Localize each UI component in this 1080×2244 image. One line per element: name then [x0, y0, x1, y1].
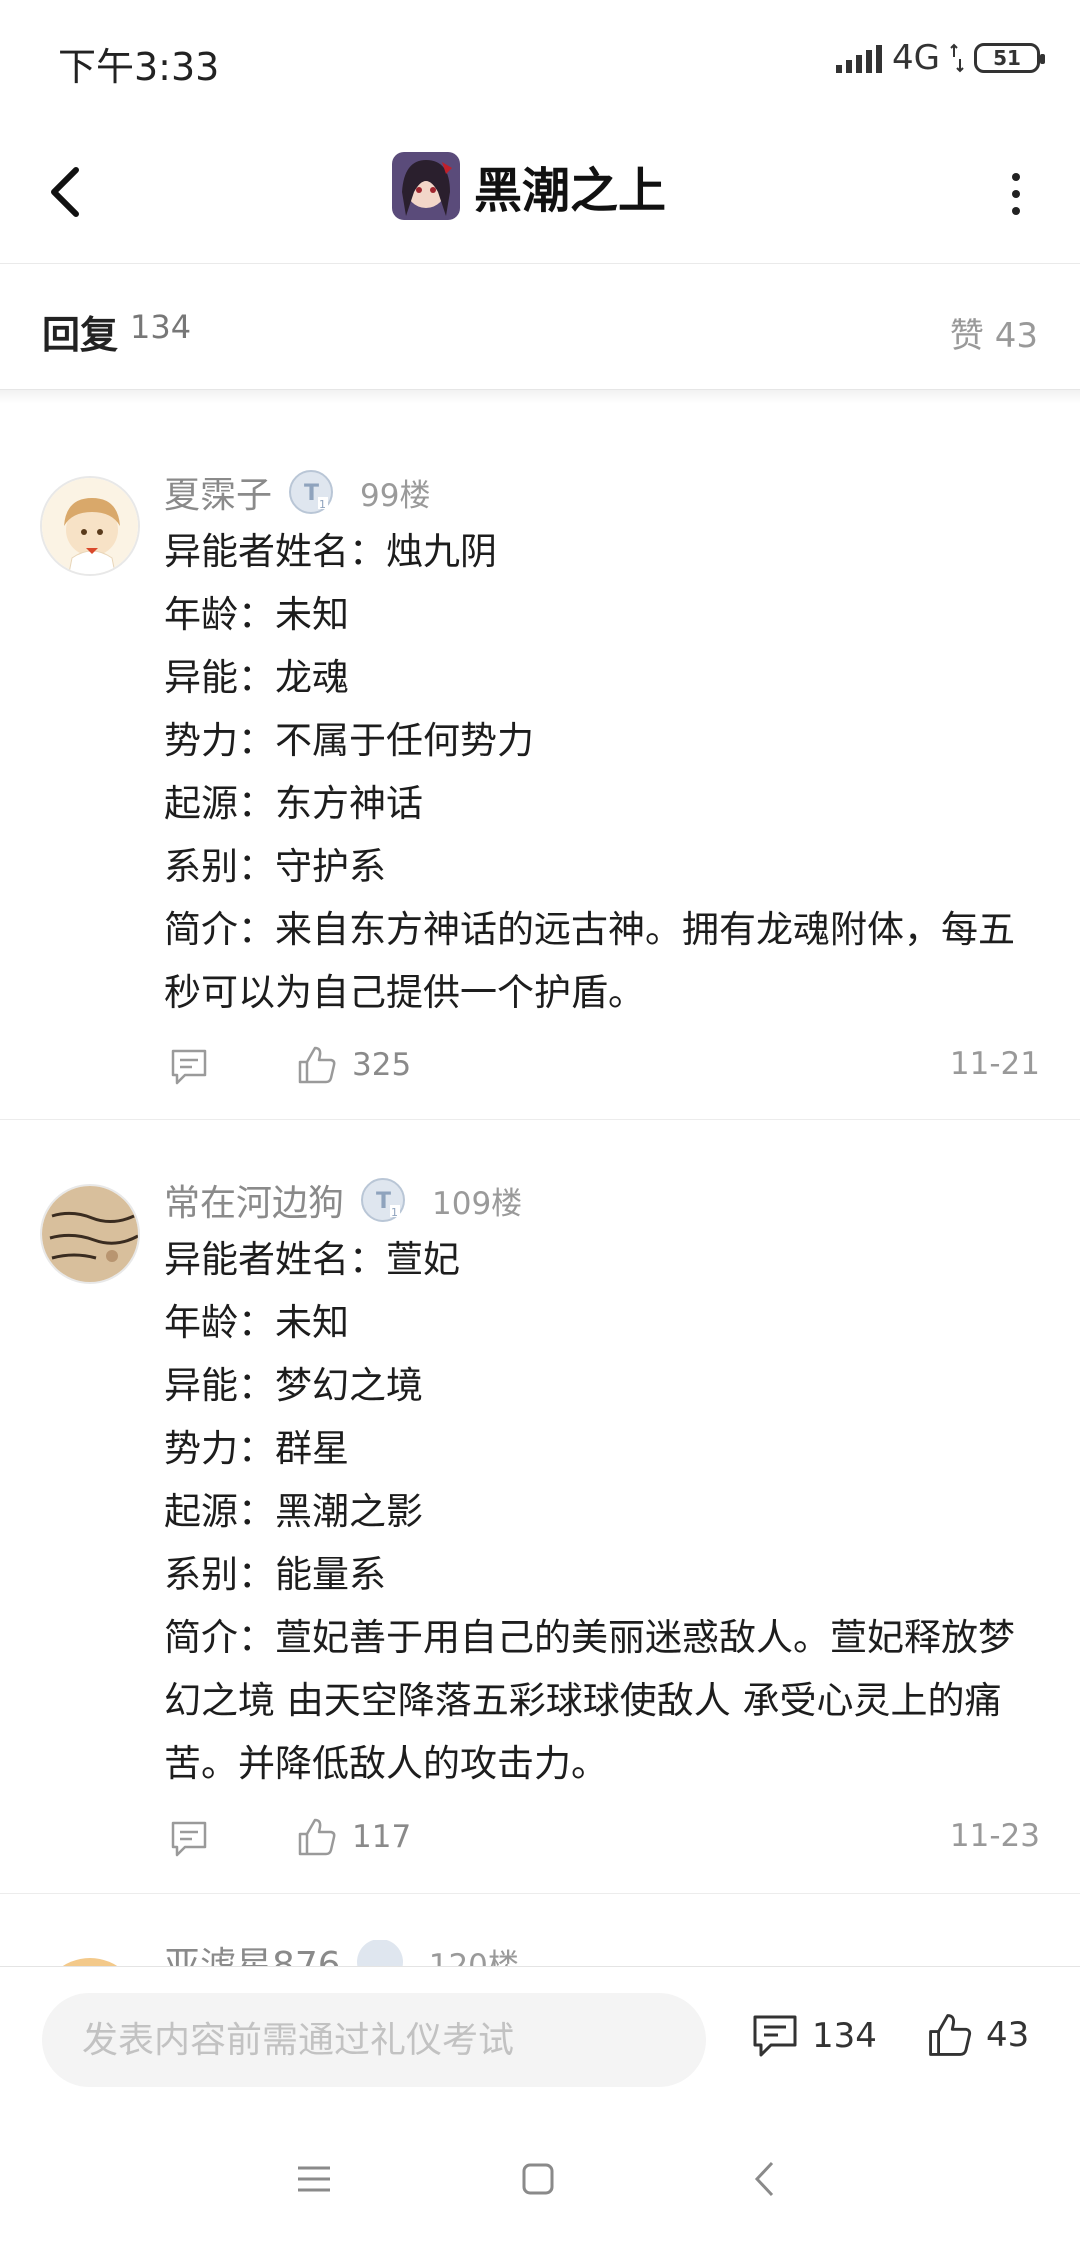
comments-button[interactable]: 134 — [750, 2011, 877, 2061]
post-line: 起源：黑潮之影 — [164, 1490, 423, 1533]
header-divider — [0, 390, 1080, 404]
post-line: 起源：东方神话 — [164, 782, 423, 825]
comment-icon[interactable] — [168, 1046, 210, 1088]
like-count: 117 — [352, 1819, 412, 1855]
like-button[interactable]: 325 — [296, 1044, 411, 1086]
post-line: 系别：能量系 — [164, 1553, 386, 1596]
post-line: 异能：龙魂 — [164, 656, 349, 699]
post-line: 年龄：未知 — [164, 1301, 349, 1344]
post-header: 夏霂子 T 1 99楼 — [164, 466, 430, 518]
post-line: 年龄：未知 — [164, 593, 349, 636]
more-options-button[interactable] — [1000, 164, 1032, 224]
svg-text:T: T — [376, 1189, 391, 1214]
thumbs-up-icon — [298, 1818, 336, 1856]
back-button[interactable] — [36, 160, 92, 224]
user-level-badge-icon: T 1 — [361, 1178, 406, 1222]
floor-number: 99楼 — [360, 477, 431, 514]
avatar[interactable] — [40, 476, 140, 576]
status-bar: 下午3:33 4G 51 — [0, 0, 1080, 120]
home-square-icon — [522, 2163, 554, 2195]
compose-input[interactable] — [42, 1993, 706, 2087]
status-time: 下午3:33 — [58, 45, 220, 89]
menu-icon — [298, 2166, 330, 2192]
floor-number: 109楼 — [432, 1185, 523, 1222]
bottom-compose-bar: 134 43 — [0, 1966, 1080, 2112]
like-count: 325 — [352, 1047, 412, 1083]
post-line: 异能：梦幻之境 — [164, 1364, 423, 1407]
post-actions: 117 11-23 — [164, 1814, 1040, 1864]
post-line: 异能者姓名：萱妃 — [164, 1238, 460, 1281]
menu-button[interactable] — [284, 2152, 344, 2206]
back-arrow-icon — [51, 167, 79, 217]
post-line: 系别：守护系 — [164, 845, 386, 888]
like-summary[interactable]: 赞 43 — [950, 308, 1038, 357]
post-line: 势力：不属于任何势力 — [164, 719, 534, 762]
post-date: 11-21 — [949, 1046, 1040, 1082]
signal-icon — [836, 43, 883, 73]
back-chevron-icon — [754, 2161, 774, 2197]
comment-icon — [753, 2015, 797, 2057]
post-content: 异能者姓名：烛九阴 年龄：未知 异能：龙魂 势力：不属于任何势力 起源：东方神话… — [164, 520, 1044, 1024]
forum-title: 黑潮之上 — [474, 163, 667, 219]
user-level-badge-icon: T 1 — [289, 470, 334, 514]
like-count: 43 — [986, 2015, 1030, 2055]
forum-title-group[interactable]: 黑潮之上 — [392, 150, 666, 222]
reply-post-partial: 亚滤星876 120楼 — [0, 1940, 1080, 1968]
like-post-button[interactable]: 43 — [926, 2011, 1029, 2059]
reply-summary-header: 回复 134 赞 43 — [0, 264, 1080, 390]
battery-icon: 51 — [974, 43, 1045, 73]
avatar[interactable] — [40, 1184, 140, 1284]
reply-label: 回复 — [42, 313, 119, 357]
comment-count: 134 — [812, 2016, 877, 2056]
username[interactable]: 常在河边狗 — [164, 1174, 344, 1226]
post-header: 常在河边狗 T 1 109楼 — [164, 1174, 522, 1226]
like-button[interactable]: 117 — [296, 1816, 411, 1858]
reply-count: 134 — [130, 308, 192, 346]
reply-post: 夏霂子 T 1 99楼 异能者姓名：烛九阴 年龄：未知 异能：龙魂 势力：不属于… — [0, 404, 1080, 1120]
username[interactable]: 夏霂子 — [164, 466, 272, 518]
network-type: 4G — [892, 38, 940, 78]
system-navigation-bar — [0, 2112, 1080, 2244]
user-level-badge-icon — [356, 1940, 403, 1968]
post-date: 11-23 — [949, 1818, 1040, 1854]
post-header: 亚滤星876 120楼 — [164, 1940, 519, 1968]
top-nav-bar: 黑潮之上 — [0, 120, 1080, 264]
home-button[interactable] — [508, 2152, 568, 2206]
username[interactable]: 亚滤星876 — [164, 1940, 341, 1968]
post-content: 异能者姓名：萱妃 年龄：未知 异能：梦幻之境 势力：群星 起源：黑潮之影 系别：… — [164, 1228, 1044, 1795]
system-back-button[interactable] — [734, 2152, 794, 2206]
post-line: 简介：来自东方神话的远古神。拥有龙魂附体，每五秒可以为自己提供一个护盾。 — [164, 908, 1015, 1014]
svg-text:1: 1 — [319, 498, 326, 511]
post-line: 势力：群星 — [164, 1427, 349, 1470]
post-line: 简介：萱妃善于用自己的美丽迷惑敌人。萱妃释放梦幻之境 由天空降落五彩球球使敌人 … — [164, 1616, 1015, 1785]
more-dot-icon — [1012, 173, 1020, 181]
data-arrows-icon — [950, 43, 964, 73]
reply-post: 常在河边狗 T 1 109楼 异能者姓名：萱妃 年龄：未知 异能：梦幻之境 势力… — [0, 1120, 1080, 1894]
status-indicators: 4G 51 — [836, 38, 1045, 78]
svg-text:T: T — [304, 481, 319, 506]
floor-number: 120楼 — [428, 1947, 519, 1969]
battery-level: 51 — [993, 46, 1021, 70]
thumbs-up-icon — [298, 1046, 336, 1084]
comment-icon[interactable] — [168, 1818, 210, 1860]
game-app-icon — [392, 152, 460, 220]
post-actions: 325 11-21 — [164, 1042, 1040, 1092]
svg-text:1: 1 — [391, 1206, 398, 1219]
post-line: 异能者姓名：烛九阴 — [164, 530, 497, 573]
thumbs-up-icon — [929, 2014, 972, 2056]
